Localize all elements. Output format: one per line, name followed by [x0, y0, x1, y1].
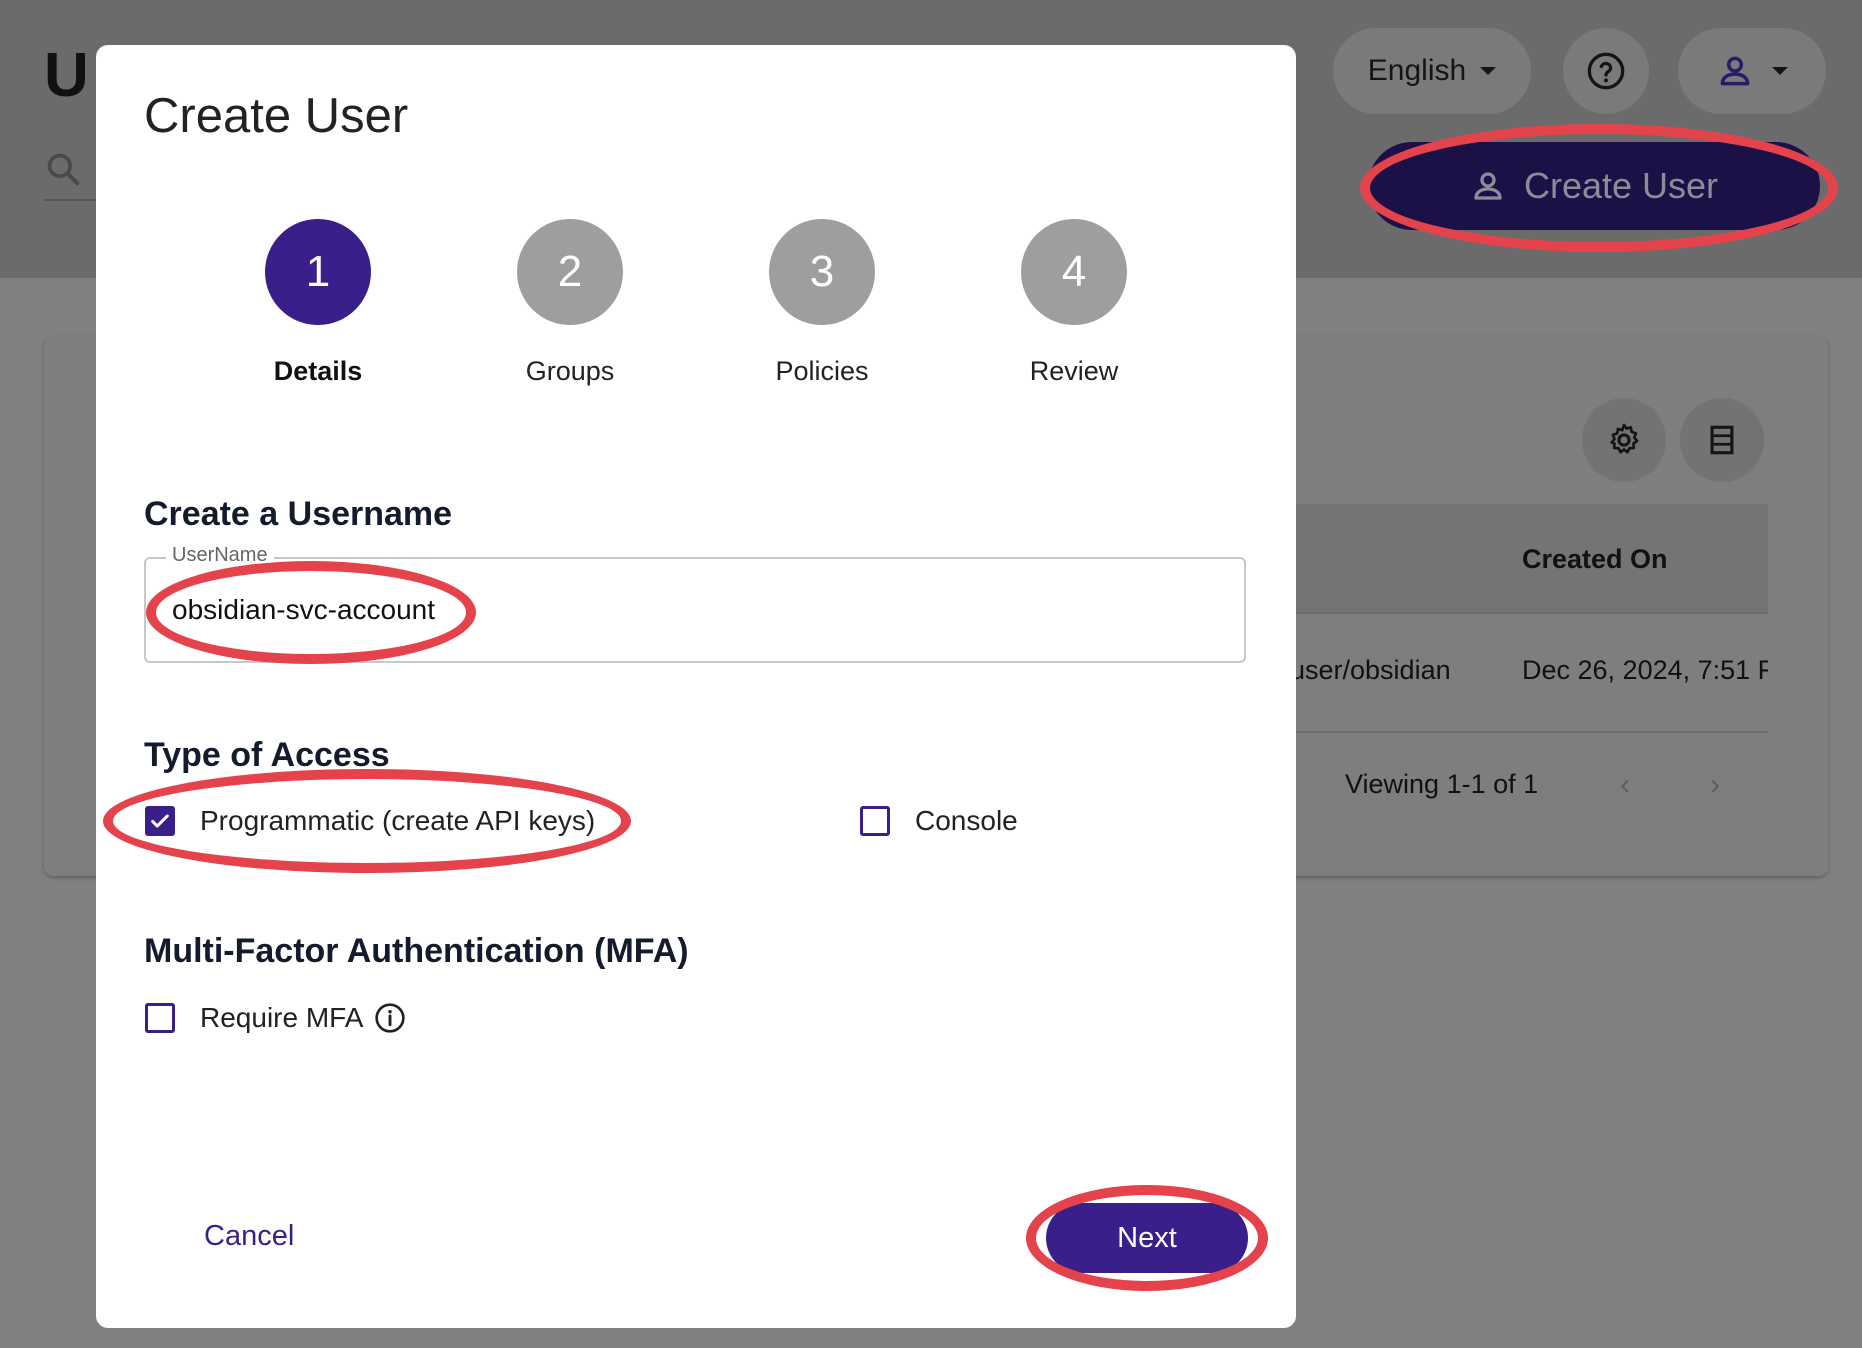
console-label[interactable]: Console [915, 805, 1018, 837]
step-3-indicator: 3 [769, 219, 875, 325]
step-1-indicator: 1 [265, 219, 371, 325]
columns-icon [1710, 425, 1734, 455]
search-icon[interactable] [44, 150, 82, 193]
console-checkbox[interactable] [860, 806, 890, 836]
table-cell-user[interactable]: user/obsidian [1290, 655, 1451, 686]
help-button[interactable] [1563, 28, 1649, 114]
info-icon[interactable] [374, 1002, 406, 1039]
step-1-label: Details [273, 356, 363, 386]
username-section-heading: Create a Username [144, 495, 453, 533]
language-label: English [1367, 54, 1467, 87]
language-selector[interactable]: English [1333, 28, 1531, 114]
pagination-text: Viewing 1-1 of 1 [1345, 769, 1539, 799]
row-divider [1290, 612, 1768, 614]
cancel-button[interactable]: Cancel [204, 1220, 294, 1253]
step-3-label: Policies [775, 356, 869, 386]
chevron-right-icon[interactable]: › [1710, 768, 1720, 802]
mfa-section-heading: Multi-Factor Authentication (MFA) [144, 932, 689, 970]
highlight-ring [1026, 1185, 1268, 1291]
gear-icon [1610, 423, 1639, 454]
highlight-ring [146, 561, 476, 664]
highlight-ring [103, 769, 631, 873]
account-menu-button[interactable] [1678, 28, 1826, 114]
step-4-label: Review [1029, 356, 1119, 386]
step-4-indicator: 4 [1021, 219, 1127, 325]
require-mfa-label[interactable]: Require MFA [200, 1002, 363, 1034]
chevron-left-icon[interactable]: ‹ [1620, 768, 1630, 802]
search-underline [44, 199, 96, 201]
step-2-indicator: 2 [517, 219, 623, 325]
columns-button[interactable] [1680, 398, 1764, 482]
user-icon [1720, 56, 1750, 86]
help-icon [1587, 52, 1625, 90]
row-divider [1290, 731, 1768, 733]
step-2-label: Groups [525, 356, 615, 386]
table-cell-created-on: Dec 26, 2024, 7:51 F [1522, 655, 1768, 685]
require-mfa-checkbox[interactable] [145, 1003, 175, 1033]
page-title: U [44, 41, 89, 110]
caret-down-icon [1480, 67, 1497, 75]
highlight-ring [1360, 124, 1838, 252]
column-header-created-on[interactable]: Created On [1522, 544, 1668, 575]
caret-down-icon [1772, 67, 1788, 75]
settings-button[interactable] [1582, 398, 1666, 482]
dialog-title: Create User [144, 89, 409, 143]
